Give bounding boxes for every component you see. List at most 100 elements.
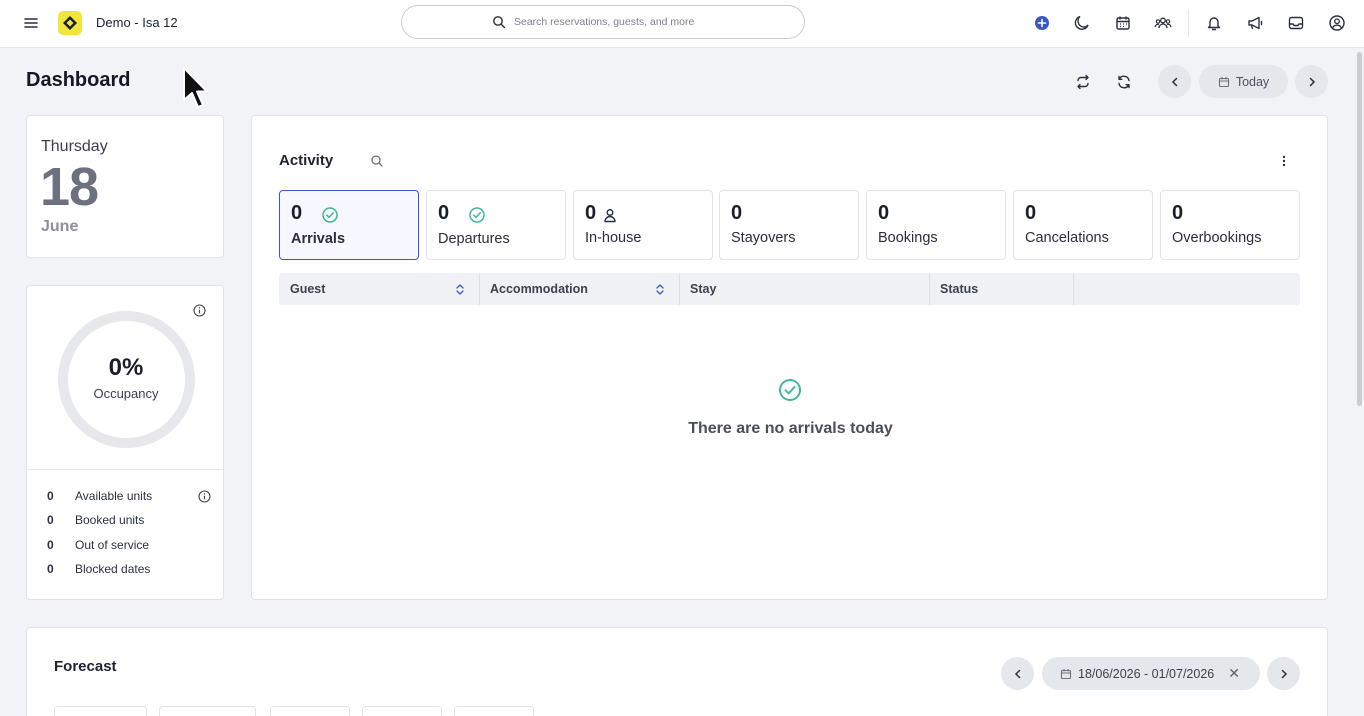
add-icon[interactable]: [1031, 12, 1053, 34]
sort-icon[interactable]: [455, 283, 465, 296]
forecast-tab[interactable]: [270, 706, 350, 716]
stat-value: 0: [585, 202, 597, 224]
forecast-tab[interactable]: [159, 706, 256, 716]
stat-label: Blocked dates: [75, 562, 151, 576]
forecast-tab[interactable]: [362, 706, 442, 716]
check-circle-icon: [469, 207, 485, 223]
forecast-tab[interactable]: [54, 706, 147, 716]
inbox-icon[interactable]: [1285, 12, 1307, 34]
toolbar-divider: [1188, 9, 1189, 37]
chevron-right-icon: [1281, 669, 1287, 678]
calendar-icon[interactable]: [1112, 12, 1134, 34]
stat-label: Out of service: [75, 538, 150, 552]
stat-value: 0: [731, 202, 743, 224]
date-card: Thursday 18 June: [26, 115, 224, 258]
booked-units-row: 0 Booked units: [47, 513, 144, 527]
more-vertical-icon[interactable]: [1278, 152, 1290, 170]
mouse-cursor-icon: [183, 67, 208, 108]
stat-value: 0: [47, 489, 54, 503]
menu-icon[interactable]: [20, 12, 42, 34]
stat-value: 0: [438, 202, 450, 224]
stat-in-house[interactable]: 0 In-house: [573, 190, 713, 260]
divider: [27, 469, 223, 470]
bell-icon[interactable]: [1203, 12, 1225, 34]
weekday: Thursday: [41, 138, 108, 155]
day-number: 18: [40, 157, 99, 217]
chevron-left-icon: [1014, 669, 1020, 678]
forecast-card: Forecast 18/06/2026 - 01/07/2026 ✕: [26, 627, 1328, 716]
guests-icon[interactable]: [1152, 12, 1174, 34]
stat-arrivals[interactable]: 0 Arrivals: [279, 190, 419, 260]
megaphone-icon[interactable]: [1244, 12, 1266, 34]
available-units-row: 0 Available units: [47, 489, 152, 503]
stat-label: Available units: [75, 489, 153, 503]
chevron-left-icon: [1171, 77, 1177, 86]
search-icon[interactable]: [370, 154, 384, 168]
column-divider: [1073, 273, 1074, 305]
stat-departures[interactable]: 0 Departures: [426, 190, 566, 260]
app-logo[interactable]: [58, 11, 82, 35]
activity-card: Activity 0 Arrivals 0 Departures 0 In-ho…: [251, 115, 1328, 600]
calendar-icon: [1060, 668, 1072, 679]
info-icon[interactable]: [198, 490, 211, 503]
moon-icon[interactable]: [1071, 12, 1093, 34]
account-icon[interactable]: [1326, 12, 1348, 34]
stat-overbookings[interactable]: 0 Overbookings: [1160, 190, 1300, 260]
next-day-button[interactable]: [1295, 65, 1328, 98]
forecast-next-button[interactable]: [1267, 657, 1300, 690]
info-icon[interactable]: [193, 304, 206, 317]
page-title: Dashboard: [26, 69, 131, 91]
column-guest[interactable]: Guest: [290, 273, 325, 305]
stat-stayovers[interactable]: 0 Stayovers: [719, 190, 859, 260]
column-status[interactable]: Status: [940, 273, 978, 305]
stat-cancelations[interactable]: 0 Cancelations: [1013, 190, 1153, 260]
clear-icon[interactable]: ✕: [1228, 665, 1240, 682]
table-header: Guest Accommodation Stay Status: [279, 273, 1300, 305]
stat-bookings[interactable]: 0 Bookings: [866, 190, 1006, 260]
occupancy-percent: 0%: [108, 354, 144, 381]
forecast-previous-button[interactable]: [1001, 657, 1034, 690]
empty-state-message: There are no arrivals today: [688, 420, 893, 437]
chevron-right-icon: [1309, 77, 1315, 86]
stat-value: 0: [47, 538, 54, 552]
date-range-text: 18/06/2026 - 01/07/2026: [1078, 666, 1215, 681]
stat-value: 0: [1025, 202, 1037, 224]
stat-label: Overbookings: [1172, 230, 1262, 246]
out-of-service-row: 0 Out of service: [47, 538, 149, 552]
stat-label: Booked units: [75, 513, 145, 527]
stat-value: 0: [47, 562, 54, 576]
search-icon: [493, 16, 506, 29]
refresh-icon[interactable]: [1109, 67, 1139, 97]
month: June: [41, 218, 79, 235]
search-placeholder: Search reservations, guests, and more: [514, 16, 695, 28]
today-label: Today: [1235, 74, 1270, 89]
stat-value: 0: [1172, 202, 1184, 224]
column-divider: [479, 273, 480, 305]
activity-title: Activity: [279, 152, 334, 169]
scrollbar[interactable]: [1357, 52, 1362, 406]
column-stay[interactable]: Stay: [690, 273, 716, 305]
calendar-icon: [1218, 76, 1229, 87]
stat-label: In-house: [585, 230, 642, 246]
stat-value: 0: [878, 202, 890, 224]
stat-value: 0: [291, 202, 303, 224]
occupancy-card: 0% Occupancy 0 Available units 0 Booked un…: [26, 285, 224, 600]
stat-label: Arrivals: [291, 231, 346, 247]
blocked-dates-row: 0 Blocked dates: [47, 562, 150, 576]
forecast-date-range[interactable]: 18/06/2026 - 01/07/2026 ✕: [1042, 657, 1260, 690]
stat-value: 0: [47, 513, 54, 527]
swap-icon[interactable]: [1068, 67, 1098, 97]
previous-day-button[interactable]: [1158, 65, 1191, 98]
today-button[interactable]: Today: [1199, 65, 1288, 98]
column-divider: [929, 273, 930, 305]
column-divider: [679, 273, 680, 305]
stat-label: Bookings: [878, 230, 938, 246]
forecast-tab[interactable]: [454, 706, 534, 716]
check-circle-icon: [322, 207, 338, 223]
stat-label: Stayovers: [731, 230, 796, 246]
check-circle-icon: [779, 379, 801, 401]
property-name[interactable]: Demo - Isa 12: [96, 15, 178, 30]
global-search[interactable]: Search reservations, guests, and more: [401, 5, 805, 39]
column-accommodation[interactable]: Accommodation: [490, 273, 588, 305]
sort-icon[interactable]: [655, 283, 665, 296]
